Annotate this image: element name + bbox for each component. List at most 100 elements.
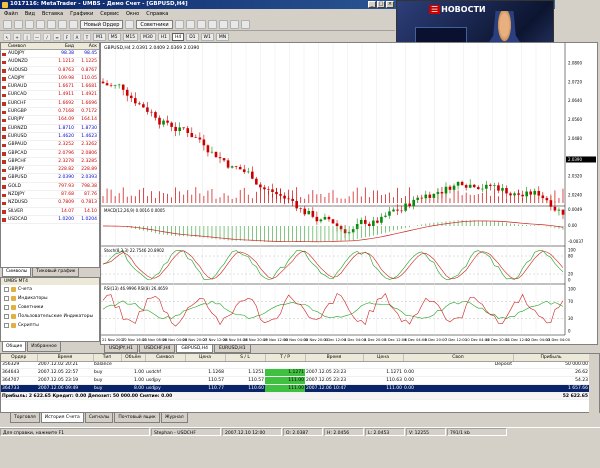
menu-item[interactable]: Графики — [70, 11, 93, 17]
menu-item[interactable]: Справка — [146, 11, 168, 17]
col-header[interactable]: Символ — [145, 354, 186, 362]
minimize-icon[interactable]: _ — [368, 1, 376, 8]
close-icon[interactable]: × — [386, 1, 394, 8]
label-icon[interactable]: T — [83, 32, 91, 41]
terminal-tab[interactable]: Торговля — [10, 413, 40, 423]
channel-icon[interactable]: ≡ — [53, 32, 61, 41]
order-row[interactable]: 364643 2007.12.05 22:57 buy 1.00 usdchf 1.126… — [1, 368, 589, 378]
col-header[interactable]: T / P — [265, 354, 306, 362]
tab-common[interactable]: Общие — [2, 342, 27, 352]
tile-icon[interactable] — [229, 19, 239, 29]
terminal-icon[interactable] — [58, 19, 67, 29]
crosshair-icon[interactable]: + — [13, 32, 21, 41]
symbol-row[interactable]: GBPAUD 2.3252 2.3262 — [1, 141, 99, 150]
new-chart-icon[interactable] — [3, 19, 12, 29]
cursor-icon[interactable]: ↖ — [3, 32, 11, 41]
symbol-row[interactable]: EURCAD 1.4911 1.4921 — [1, 91, 99, 100]
symbol-row[interactable]: EURUSD 1.4620 1.4623 — [1, 133, 99, 142]
col-header[interactable]: Тип — [93, 354, 122, 362]
chart-tab[interactable]: EURUSD,H1 — [214, 345, 251, 353]
menu-item[interactable]: Вид — [25, 11, 35, 17]
tab-symbols[interactable]: Символы — [2, 268, 32, 277]
nav-scripts[interactable]: Скрипты — [1, 321, 99, 330]
col-header[interactable]: Прибыль — [513, 354, 590, 362]
expand-icon[interactable] — [4, 314, 9, 319]
market-watch-icon[interactable] — [25, 19, 34, 29]
expand-icon[interactable] — [4, 296, 9, 301]
timeframe-m15[interactable]: M15 — [122, 32, 139, 41]
symbol-row[interactable]: GBPJPY 228.82 228.89 — [1, 166, 99, 175]
col-header[interactable]: Объём — [121, 354, 146, 362]
timeframe-mn[interactable]: MN — [215, 32, 230, 41]
timeframe-h1[interactable]: H1 — [157, 32, 170, 41]
hline-icon[interactable]: — — [33, 32, 41, 41]
symbol-row[interactable]: GBPCAD 2.0796 2.0806 — [1, 150, 99, 158]
symbol-row[interactable]: USDCAD 1.0200 1.0204 — [1, 216, 99, 225]
menu-item[interactable]: Сервис — [100, 11, 119, 17]
zoom-out-icon[interactable] — [218, 19, 228, 29]
expand-icon[interactable] — [4, 305, 9, 310]
terminal-tab[interactable]: Сигналы — [84, 413, 114, 423]
timeframe-d1[interactable]: D1 — [186, 32, 199, 41]
timeframe-m30[interactable]: M30 — [140, 32, 156, 41]
symbol-row[interactable]: SILVER 14.07 14.10 — [1, 208, 99, 216]
order-row[interactable]: 364733 2007.12.06 09:49 buy 8.00 usdjpy 110.7… — [1, 384, 589, 393]
chart-canvas[interactable]: 0.00490.00-0.0037 10080200 10070300 GBPU… — [100, 43, 597, 344]
chart-tab[interactable]: USDCHF,H4 — [138, 345, 176, 353]
col-header[interactable]: Своп — [403, 354, 514, 362]
zoom-in-icon[interactable] — [207, 19, 217, 29]
order-row[interactable]: 364707 2007.12.05 23:19 buy 1.00 usdjpy 110.5… — [1, 376, 589, 385]
text-icon[interactable]: A — [73, 32, 81, 41]
candle-chart-icon[interactable] — [185, 19, 195, 29]
menu-item[interactable]: Вставка — [42, 11, 63, 17]
new-order-button[interactable]: Новый Ордер — [80, 19, 124, 29]
col-header[interactable]: Цена — [185, 354, 226, 362]
symbol-row[interactable]: AUDUSD 0.8763 0.8767 — [1, 67, 99, 75]
symbol-row[interactable]: EURJPY 164.09 164.14 — [1, 116, 99, 125]
symbol-row[interactable]: EURGBP 0.7168 0.7172 — [1, 108, 99, 117]
nav-accounts[interactable]: Счета — [1, 285, 99, 294]
col-header[interactable]: Время — [305, 354, 364, 362]
col-bid[interactable]: Бид — [53, 43, 76, 49]
terminal-tab[interactable]: Журнал — [160, 413, 188, 423]
tab-favorites[interactable]: Избранное — [27, 342, 61, 352]
terminal-tab[interactable]: Почтовый ящик — [114, 413, 160, 423]
col-symbol[interactable]: Символ — [1, 43, 53, 49]
expand-icon[interactable] — [4, 323, 9, 328]
timeframe-m5[interactable]: M5 — [107, 32, 121, 41]
expand-icon[interactable] — [4, 287, 9, 292]
data-window-icon[interactable] — [36, 19, 45, 29]
nav-custom-indicators[interactable]: Пользовательские Индикаторы — [1, 312, 99, 321]
profiles-icon[interactable] — [14, 19, 23, 29]
timeframe-w1[interactable]: W1 — [200, 32, 214, 41]
symbol-row[interactable]: GBPCHF 2.3278 2.3285 — [1, 158, 99, 167]
col-ask[interactable]: Аск — [76, 43, 99, 49]
line-chart-icon[interactable] — [196, 19, 206, 29]
tester-icon[interactable] — [69, 19, 78, 29]
symbol-row[interactable]: EURCHF 1.6692 1.6696 — [1, 100, 99, 109]
maximize-icon[interactable]: □ — [377, 1, 385, 8]
terminal-scrollbar[interactable] — [589, 354, 599, 414]
autoscroll-icon[interactable] — [240, 19, 250, 29]
order-row[interactable]: 356329 2007.12.02 20:21 balance Deposit 50 0… — [1, 361, 589, 370]
symbol-row[interactable]: EURNZD 1.8710 1.8730 — [1, 125, 99, 133]
chart-tab[interactable]: USDJPY,H1 — [104, 345, 138, 353]
symbol-row[interactable]: GBPUSD 2.0390 2.0393 — [1, 174, 99, 183]
chart-tab[interactable]: GBPUSD,H4 — [176, 345, 213, 353]
col-header[interactable]: Цена — [363, 354, 404, 362]
menu-item[interactable]: Окно — [126, 11, 139, 17]
nav-advisors[interactable]: Советники — [1, 303, 99, 312]
bar-chart-icon[interactable] — [174, 19, 184, 29]
symbol-row[interactable]: AUDJPY 98.38 98.45 — [1, 50, 99, 59]
timeframe-m1[interactable]: M1 — [93, 32, 106, 41]
advisors-button[interactable]: Советники — [136, 19, 173, 29]
col-header[interactable]: S / L — [225, 354, 266, 362]
vline-icon[interactable]: | — [23, 32, 31, 41]
trendline-icon[interactable]: / — [43, 32, 51, 41]
chart-window[interactable]: 0.0049 0.00 -0.0037 100 80 20 0 100 70 30 0 GBPU… — [100, 42, 598, 345]
fibo-icon[interactable]: F — [63, 32, 71, 41]
navigator-icon[interactable] — [47, 19, 56, 29]
symbol-row[interactable]: EURAUD 1.6671 1.6681 — [1, 83, 99, 92]
col-header[interactable]: Ордер — [1, 354, 38, 362]
timeframe-h4[interactable]: H4 — [171, 32, 185, 41]
